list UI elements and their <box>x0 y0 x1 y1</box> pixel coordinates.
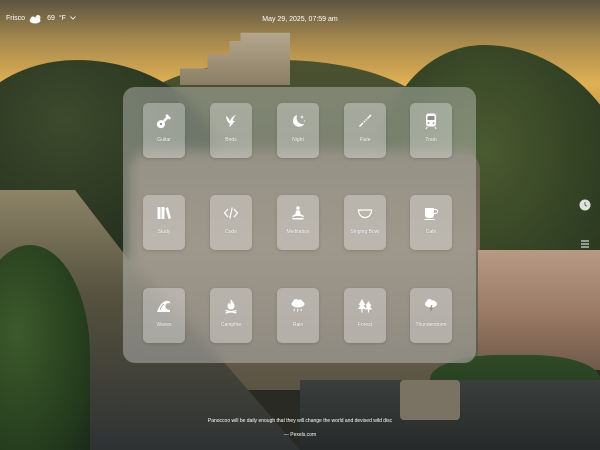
tile-train[interactable]: Train <box>410 103 452 158</box>
tile-label: Singing Bowl <box>350 229 380 235</box>
tile-label: Train <box>425 137 437 143</box>
tile-cafe[interactable]: Cafe <box>410 195 452 250</box>
menu-icon[interactable] <box>578 237 592 251</box>
tile-guitar[interactable]: Guitar <box>143 103 185 158</box>
tile-label: Night <box>292 137 304 143</box>
tile-thunderstorm[interactable]: Thunderstorm <box>410 288 452 343</box>
sounds-panel: Guitar Birds Night Flute Train Study Cod… <box>123 87 476 363</box>
tile-rain[interactable]: Rain <box>277 288 319 343</box>
campfire-icon <box>220 295 242 317</box>
tile-label: Code <box>225 229 237 235</box>
tile-label: Guitar <box>157 137 171 143</box>
tile-code[interactable]: Code <box>210 195 252 250</box>
train-icon <box>420 110 442 132</box>
tile-waves[interactable]: Waves <box>143 288 185 343</box>
tile-label: Campfire <box>220 322 242 328</box>
forest-icon <box>354 295 376 317</box>
tile-forest[interactable]: Forest <box>344 288 386 343</box>
tile-label: Waves <box>156 322 172 328</box>
village <box>478 250 600 370</box>
tile-birds[interactable]: Birds <box>210 103 252 158</box>
bridge <box>400 380 460 420</box>
tile-label: Birds <box>225 137 237 143</box>
photo-credit-link[interactable]: — Pexels.com <box>0 432 600 438</box>
singing-bowl-icon <box>354 202 376 224</box>
tile-singing-bowl[interactable]: Singing Bowl <box>344 195 386 250</box>
tile-label: Forest <box>357 322 373 328</box>
tile-label: Flute <box>359 137 371 143</box>
books-icon <box>153 202 175 224</box>
meditation-icon <box>287 202 309 224</box>
tile-night[interactable]: Night <box>277 103 319 158</box>
tile-meditation[interactable]: Meditation <box>277 195 319 250</box>
flute-icon <box>354 110 376 132</box>
tile-campfire[interactable]: Campfire <box>210 288 252 343</box>
clock-icon[interactable] <box>578 198 592 212</box>
tile-label: Thunderstorm <box>415 322 447 328</box>
moon-stars-icon <box>287 110 309 132</box>
bird-icon <box>220 110 242 132</box>
date-time: May 29, 2025, 07:59 am <box>262 16 338 23</box>
thunderstorm-icon <box>420 295 442 317</box>
coffee-cup-icon <box>420 202 442 224</box>
footer-message: Panoccoo will be daily enough that they … <box>207 418 393 424</box>
tile-flute[interactable]: Flute <box>344 103 386 158</box>
tile-label: Rain <box>292 322 304 328</box>
rain-cloud-icon <box>287 295 309 317</box>
wave-icon <box>153 295 175 317</box>
tile-label: Study <box>157 229 171 235</box>
tile-label: Meditation <box>286 229 310 235</box>
code-icon <box>220 202 242 224</box>
tile-label: Cafe <box>425 229 437 235</box>
tile-study[interactable]: Study <box>143 195 185 250</box>
guitar-icon <box>153 110 175 132</box>
